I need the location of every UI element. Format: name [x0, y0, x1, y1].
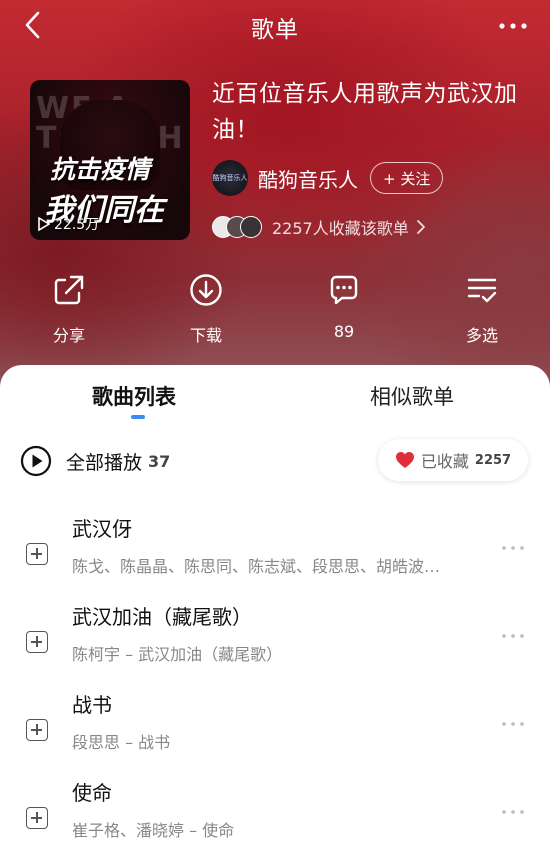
song-title[interactable]: 使命 [72, 777, 112, 806]
song-artist: 陈戈、陈晶晶、陈思同、陈志斌、段思思、胡皓波… [72, 557, 441, 576]
cover-line-1: 抗击疫情 [50, 155, 151, 184]
collector-avatars [212, 216, 262, 238]
song-sheet: 歌曲列表 相似歌单 全部播放 37 已收藏 2257 武汉伢 陈戈、陈晶晶、陈思… [0, 365, 550, 854]
tab-similar-playlists[interactable]: 相似歌单 [370, 381, 454, 411]
list-item[interactable]: 战书 段思思 – 战书 [0, 689, 550, 777]
list-item[interactable]: 使命 崔子格、潘晓婷 – 使命 [0, 777, 550, 854]
tab-bar: 歌曲列表 相似歌单 [0, 365, 550, 425]
more-button[interactable] [496, 14, 530, 38]
comment-button[interactable]: 89 [299, 270, 389, 341]
multi-select-icon [467, 278, 497, 303]
share-button[interactable]: 分享 [24, 270, 114, 346]
playlist-title: 近百位音乐人用歌声为武汉加油！ [212, 81, 518, 143]
multi-select-label: 多选 [465, 326, 498, 345]
play-all-label: 全部播放 [66, 451, 143, 474]
follow-button[interactable]: + 关注 [370, 162, 444, 194]
action-bar: 分享 下载 89 多选 [0, 270, 550, 350]
collected-label: 已收藏 [420, 452, 469, 471]
song-artist: 段思思 – 战书 [72, 733, 171, 752]
page-title: 歌单 [251, 17, 299, 43]
comment-count: 89 [333, 322, 355, 341]
heart-icon [395, 452, 414, 468]
song-title[interactable]: 战书 [72, 689, 112, 718]
download-label: 下载 [189, 326, 222, 345]
tab-indicator [131, 415, 145, 419]
play-circle-icon [20, 445, 52, 477]
list-item[interactable]: 武汉加油（藏尾歌） 陈柯宇 – 武汉加油（藏尾歌） [0, 601, 550, 689]
creator-avatar[interactable]: 酷狗音乐人 [212, 160, 248, 196]
more-options-icon[interactable] [500, 629, 526, 643]
collected-count: 2257 [474, 452, 512, 468]
play-count: 22.5万 [38, 214, 99, 234]
top-bar: 歌单 [0, 0, 550, 52]
add-to-list-button[interactable] [26, 719, 48, 741]
multi-select-button[interactable]: 多选 [437, 270, 527, 346]
song-title[interactable]: 武汉加油（藏尾歌） [72, 601, 252, 630]
download-button[interactable]: 下载 [161, 270, 251, 346]
playlist-cover[interactable]: WE A TOGETH 抗击疫情 我们同在 22.5万 [30, 80, 190, 240]
chevron-right-icon [416, 220, 425, 234]
song-artist: 崔子格、潘晓婷 – 使命 [72, 821, 235, 840]
add-to-list-button[interactable] [26, 543, 48, 565]
more-options-icon[interactable] [500, 717, 526, 731]
collectors-row[interactable]: 2257人收藏该歌单 [212, 212, 427, 242]
play-small-icon [38, 217, 50, 231]
collectors-count: 2257人收藏该歌单 [272, 219, 409, 238]
share-label: 分享 [52, 326, 85, 345]
avatar [240, 216, 262, 238]
play-all-button[interactable]: 全部播放 37 [20, 443, 170, 479]
more-icon [499, 23, 527, 29]
play-count-value: 22.5万 [54, 217, 100, 233]
song-artist: 陈柯宇 – 武汉加油（藏尾歌） [72, 645, 283, 664]
play-all-count: 37 [148, 451, 171, 471]
creator-row: 酷狗音乐人 酷狗音乐人 + 关注 [212, 160, 444, 196]
collected-button[interactable]: 已收藏 2257 [378, 439, 528, 481]
comment-icon [330, 275, 358, 305]
share-icon [54, 275, 84, 305]
tab-song-list[interactable]: 歌曲列表 [92, 381, 176, 411]
more-options-icon[interactable] [500, 541, 526, 555]
creator-name[interactable]: 酷狗音乐人 [258, 164, 358, 193]
list-item[interactable]: 武汉伢 陈戈、陈晶晶、陈思同、陈志斌、段思思、胡皓波… [0, 513, 550, 601]
playlist-header: 歌单 WE A TOGETH 抗击疫情 我们同在 22.5万 近百位音乐人用歌声… [0, 0, 550, 400]
add-to-list-button[interactable] [26, 631, 48, 653]
song-title[interactable]: 武汉伢 [72, 513, 132, 542]
add-to-list-button[interactable] [26, 807, 48, 829]
download-icon [190, 274, 222, 306]
more-options-icon[interactable] [500, 805, 526, 819]
